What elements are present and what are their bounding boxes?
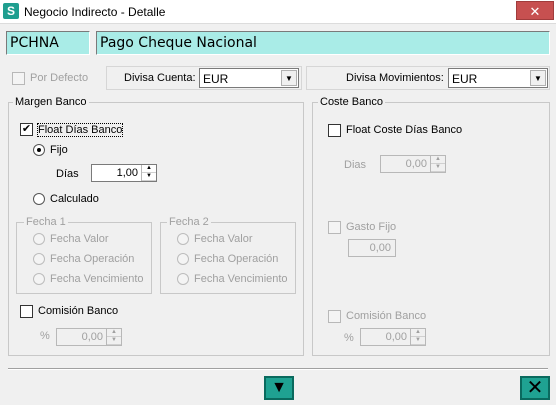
fijo-radio[interactable] bbox=[33, 144, 45, 156]
expand-button[interactable]: ▼ bbox=[264, 376, 294, 400]
description-field[interactable]: Pago Cheque Nacional bbox=[96, 31, 550, 55]
spin-up-icon[interactable]: ▲ bbox=[411, 329, 425, 337]
float-dias-banco-checkbox[interactable]: ✔ bbox=[20, 123, 33, 136]
fecha1-valor-radio[interactable] bbox=[33, 233, 45, 245]
code-field[interactable]: PCHNA bbox=[6, 31, 90, 55]
divisa-movimientos-value: EUR bbox=[452, 72, 478, 86]
fecha1-valor-label: Fecha Valor bbox=[50, 233, 109, 245]
float-coste-checkbox[interactable] bbox=[328, 124, 341, 137]
spin-up-icon[interactable]: ▲ bbox=[431, 156, 445, 164]
coste-pct-label: % bbox=[344, 332, 354, 344]
divisa-cuenta-value: EUR bbox=[203, 72, 229, 86]
gasto-fijo-checkbox[interactable] bbox=[328, 221, 341, 234]
fecha1-title: Fecha 1 bbox=[24, 216, 68, 228]
fecha1-operacion-radio[interactable] bbox=[33, 253, 45, 265]
spin-down-icon[interactable]: ▼ bbox=[411, 337, 425, 345]
gasto-fijo-field[interactable]: 0,00 bbox=[348, 239, 396, 257]
fecha2-title: Fecha 2 bbox=[167, 216, 211, 228]
dialog-window: S Negocio Indirecto - Detalle ✕ PCHNA Pa… bbox=[0, 0, 556, 405]
spin-up-icon[interactable]: ▲ bbox=[142, 165, 156, 173]
coste-comision-checkbox[interactable] bbox=[328, 310, 341, 323]
divisa-cuenta-label: Divisa Cuenta: bbox=[124, 72, 196, 84]
comision-pct-stepper[interactable]: 0,00 ▲ ▼ bbox=[56, 328, 122, 346]
cancel-button[interactable]: ✕ bbox=[520, 376, 550, 400]
dias-label: Días bbox=[56, 168, 79, 180]
calculado-label: Calculado bbox=[50, 193, 99, 205]
fecha2-vencimiento-label: Fecha Vencimiento bbox=[194, 273, 288, 285]
comision-pct-value: 0,00 bbox=[81, 331, 103, 343]
comision-banco-checkbox[interactable] bbox=[20, 305, 33, 318]
app-icon: S bbox=[3, 3, 19, 19]
fecha2-valor-radio[interactable] bbox=[177, 233, 189, 245]
spin-down-icon[interactable]: ▼ bbox=[107, 337, 121, 345]
spin-up-icon[interactable]: ▲ bbox=[107, 329, 121, 337]
fecha2-operacion-label: Fecha Operación bbox=[194, 253, 279, 265]
fijo-label: Fijo bbox=[50, 144, 68, 156]
float-dias-banco-label: Float Días Banco bbox=[36, 123, 124, 137]
dias-stepper[interactable]: 1,00 ▲ ▼ bbox=[91, 164, 157, 182]
divisa-cuenta-select[interactable]: EUR ▼ bbox=[199, 68, 299, 88]
divisa-movimientos-label: Divisa Movimientos: bbox=[346, 72, 444, 84]
calculado-radio[interactable] bbox=[33, 193, 45, 205]
spin-down-icon[interactable]: ▼ bbox=[142, 173, 156, 181]
coste-dias-stepper[interactable]: 0,00 ▲ ▼ bbox=[380, 155, 446, 173]
close-button[interactable]: ✕ bbox=[516, 1, 554, 20]
fecha2-vencimiento-radio[interactable] bbox=[177, 273, 189, 285]
chevron-down-icon[interactable]: ▼ bbox=[281, 70, 297, 86]
pct-label: % bbox=[40, 330, 50, 342]
margen-banco-title: Margen Banco bbox=[13, 96, 89, 108]
por-defecto-label: Por Defecto bbox=[30, 72, 89, 84]
fecha1-vencimiento-radio[interactable] bbox=[33, 273, 45, 285]
comision-banco-label: Comisión Banco bbox=[38, 305, 119, 317]
coste-pct-stepper[interactable]: 0,00 ▲ ▼ bbox=[360, 328, 426, 346]
fecha2-operacion-radio[interactable] bbox=[177, 253, 189, 265]
por-defecto-checkbox[interactable] bbox=[12, 72, 25, 85]
dias-value: 1,00 bbox=[116, 167, 138, 179]
chevron-down-icon[interactable]: ▼ bbox=[530, 70, 546, 86]
coste-dias-label: Dias bbox=[344, 159, 367, 171]
spin-down-icon[interactable]: ▼ bbox=[431, 164, 445, 172]
coste-banco-title: Coste Banco bbox=[318, 96, 385, 108]
title-bar: S Negocio Indirecto - Detalle ✕ bbox=[0, 0, 556, 24]
fecha1-operacion-label: Fecha Operación bbox=[50, 253, 135, 265]
coste-pct-value: 0,00 bbox=[385, 331, 407, 343]
coste-comision-label: Comisión Banco bbox=[346, 310, 427, 322]
divisa-movimientos-select[interactable]: EUR ▼ bbox=[448, 68, 548, 88]
fecha1-vencimiento-label: Fecha Vencimiento bbox=[50, 273, 144, 285]
triangle-down-icon: ▼ bbox=[271, 379, 287, 396]
fecha2-valor-label: Fecha Valor bbox=[194, 233, 253, 245]
float-coste-label: Float Coste Días Banco bbox=[346, 124, 463, 136]
footer-separator bbox=[8, 368, 548, 370]
window-title: Negocio Indirecto - Detalle bbox=[24, 5, 166, 19]
gasto-fijo-label: Gasto Fijo bbox=[346, 221, 397, 233]
coste-dias-value: 0,00 bbox=[405, 158, 427, 170]
x-icon: ✕ bbox=[526, 377, 544, 399]
